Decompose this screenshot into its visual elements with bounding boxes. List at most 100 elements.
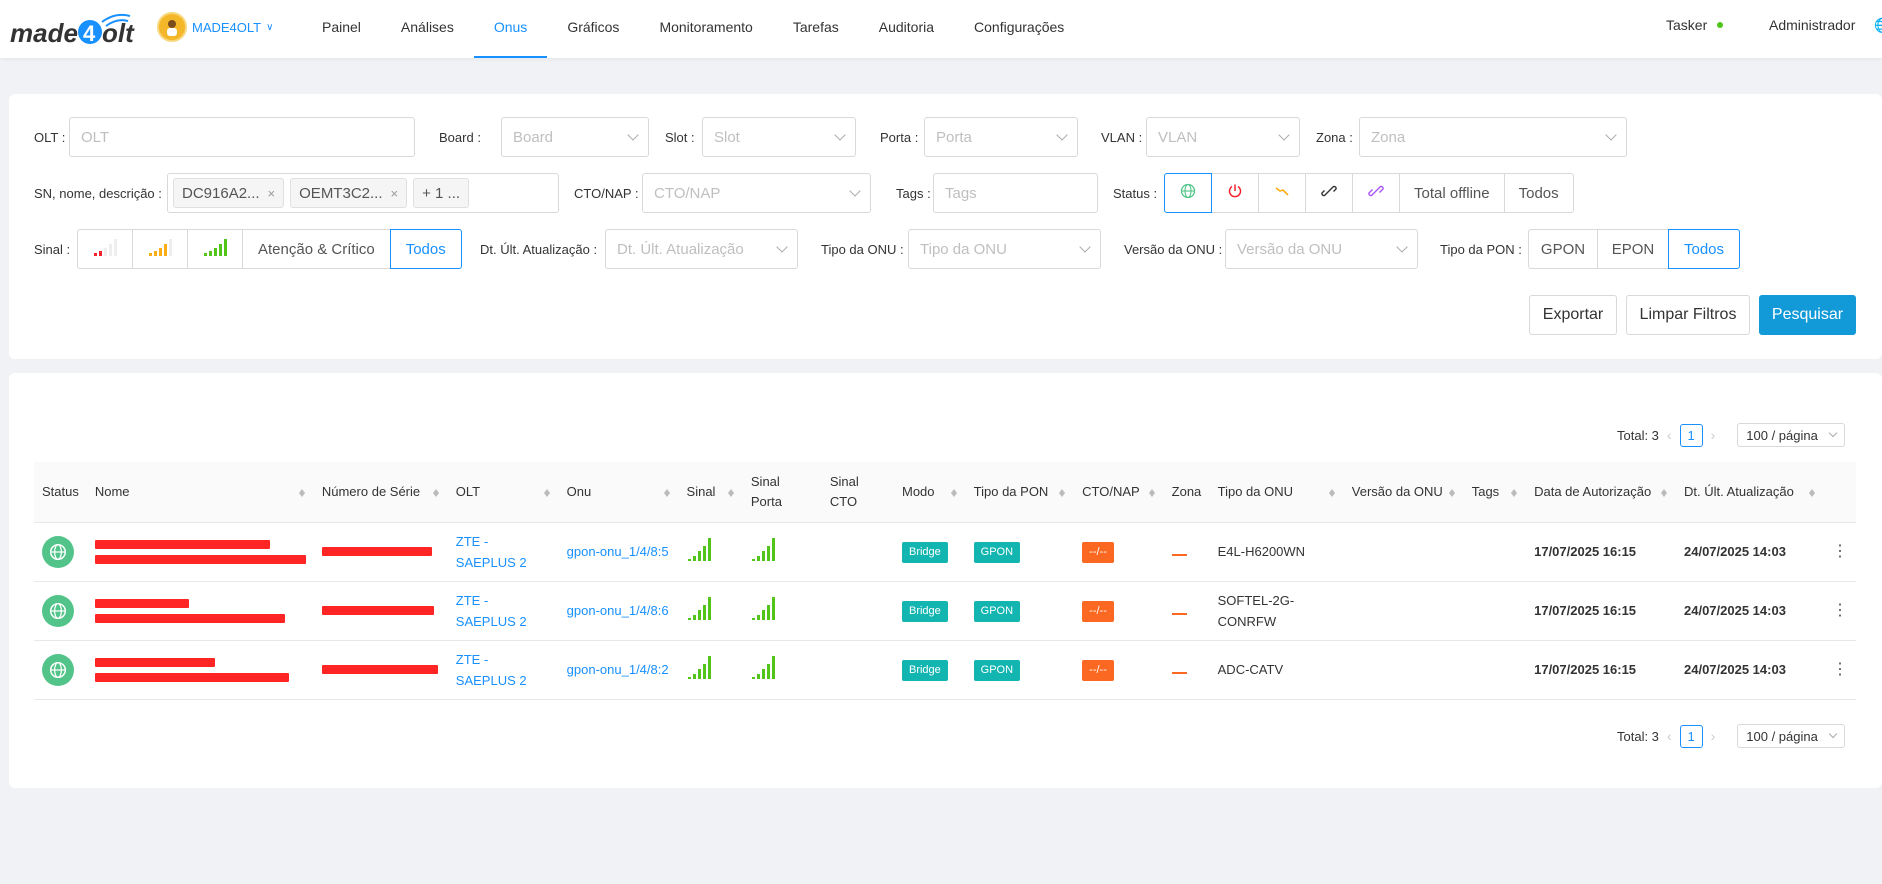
col-tipo-pon[interactable]: Tipo da PON: [965, 462, 1075, 523]
menu-auditoria[interactable]: Auditoria: [859, 0, 954, 58]
menu-tarefas[interactable]: Tarefas: [773, 0, 859, 58]
sort-icon[interactable]: [1661, 486, 1668, 498]
page-button[interactable]: 1: [1679, 724, 1703, 748]
sn-tag[interactable]: OEMT3C2... ×: [290, 178, 408, 208]
col-numero-serie[interactable]: Número de Série: [313, 462, 448, 523]
more-vertical-icon[interactable]: ⋮: [1823, 581, 1856, 641]
menu-analises[interactable]: Análises: [381, 0, 474, 58]
table-row[interactable]: ZTE - SAEPLUS 2 gpon-onu_1/4/8:2 Bridge …: [34, 640, 1856, 700]
page-button[interactable]: 1: [1679, 423, 1703, 447]
sort-icon[interactable]: [1808, 486, 1816, 498]
tasker-status[interactable]: Tasker: [1666, 17, 1724, 33]
col-tipo-onu[interactable]: Tipo da ONU: [1209, 462, 1344, 523]
chevron-left-icon[interactable]: ‹: [1667, 427, 1672, 443]
close-icon[interactable]: ×: [391, 186, 399, 201]
col-sinal[interactable]: Sinal: [678, 462, 743, 523]
status-unlinked-button[interactable]: [1305, 173, 1353, 213]
status-total-offline-button[interactable]: Total offline: [1399, 173, 1505, 213]
sort-icon[interactable]: [1148, 486, 1156, 498]
col-data-autorizacao[interactable]: Data de Autorização: [1526, 462, 1676, 523]
porta-select[interactable]: Porta: [924, 117, 1078, 157]
sort-icon[interactable]: [298, 486, 306, 498]
nome-cell[interactable]: [86, 581, 314, 641]
page-size-select[interactable]: 100 / página: [1737, 423, 1846, 447]
sn-tag[interactable]: DC916A2... ×: [173, 178, 285, 208]
nome-cell[interactable]: [86, 640, 314, 700]
sinal-bom-button[interactable]: [187, 229, 243, 269]
sort-icon[interactable]: [543, 486, 551, 498]
onu-link[interactable]: gpon-onu_1/4/8:6: [567, 603, 669, 618]
sort-icon[interactable]: [1328, 486, 1336, 498]
pesquisar-button[interactable]: Pesquisar: [1759, 295, 1856, 335]
status-power-off-button[interactable]: [1211, 173, 1259, 213]
sort-icon[interactable]: [1448, 486, 1456, 498]
cto-badge[interactable]: --/--: [1082, 601, 1114, 622]
col-olt[interactable]: OLT: [447, 462, 559, 523]
sinal-atencao-button[interactable]: [132, 229, 188, 269]
status-linked-button[interactable]: [1352, 173, 1400, 213]
dt-ult-select[interactable]: Dt. Últ. Atualização: [605, 229, 798, 269]
board-select[interactable]: Board: [501, 117, 649, 157]
onu-link[interactable]: gpon-onu_1/4/8:2: [567, 662, 669, 677]
page-size-select[interactable]: 100 / página: [1737, 724, 1846, 748]
col-tags[interactable]: Tags: [1463, 462, 1527, 523]
olt-link[interactable]: ZTE - SAEPLUS 2: [456, 593, 527, 629]
sort-icon[interactable]: [663, 486, 671, 498]
col-dt-ult-atualizacao[interactable]: Dt. Últ. Atualização: [1676, 462, 1824, 523]
company-switcher[interactable]: MADE4OLT ∨: [157, 12, 273, 42]
sinal-atencao-critico-button[interactable]: Atenção & Crítico: [242, 229, 391, 269]
col-nome[interactable]: Nome: [86, 462, 314, 523]
table-row[interactable]: ZTE - SAEPLUS 2 gpon-onu_1/4/8:6 Bridge …: [34, 581, 1856, 641]
versao-onu-select[interactable]: Versão da ONU: [1225, 229, 1418, 269]
user-menu[interactable]: Administrador: [1769, 17, 1855, 33]
olt-link[interactable]: ZTE - SAEPLUS 2: [456, 534, 527, 570]
status-todos-button[interactable]: Todos: [1503, 173, 1574, 213]
table-row[interactable]: ZTE - SAEPLUS 2 gpon-onu_1/4/8:5 Bridge …: [34, 522, 1856, 582]
zona-select[interactable]: Zona: [1359, 117, 1627, 157]
cto-badge[interactable]: --/--: [1082, 660, 1114, 681]
sinal-todos-button[interactable]: Todos: [389, 229, 462, 269]
pon-gpon-button[interactable]: GPON: [1528, 229, 1598, 269]
col-onu[interactable]: Onu: [558, 462, 679, 523]
exportar-button[interactable]: Exportar: [1529, 295, 1617, 335]
chevron-right-icon[interactable]: ›: [1711, 427, 1716, 443]
nome-cell[interactable]: [86, 522, 314, 582]
language-globe-icon[interactable]: 🌐: [1874, 17, 1882, 34]
status-los-button[interactable]: [1258, 173, 1306, 213]
menu-monitoramento[interactable]: Monitoramento: [639, 0, 772, 58]
sort-icon[interactable]: [1059, 486, 1066, 498]
more-vertical-icon[interactable]: ⋮: [1823, 640, 1856, 700]
limpar-filtros-button[interactable]: Limpar Filtros: [1626, 295, 1750, 335]
sn-tag-more[interactable]: + 1 ...: [413, 178, 470, 208]
sinal-critico-button[interactable]: [77, 229, 133, 269]
slot-select[interactable]: Slot: [702, 117, 856, 157]
col-modo[interactable]: Modo: [893, 462, 966, 523]
sort-icon[interactable]: [727, 486, 735, 498]
chevron-left-icon[interactable]: ‹: [1667, 728, 1672, 744]
close-icon[interactable]: ×: [268, 186, 276, 201]
tipo-onu-select[interactable]: Tipo da ONU: [908, 229, 1101, 269]
sort-icon[interactable]: [1511, 486, 1518, 498]
sn-multiselect[interactable]: DC916A2... × OEMT3C2... × + 1 ...: [167, 173, 559, 213]
status-online-button[interactable]: [1164, 173, 1212, 213]
pon-epon-button[interactable]: EPON: [1597, 229, 1669, 269]
cto-select[interactable]: CTO/NAP: [642, 173, 871, 213]
menu-painel[interactable]: Painel: [302, 0, 381, 58]
cto-badge[interactable]: --/--: [1082, 542, 1114, 563]
vlan-select[interactable]: VLAN: [1146, 117, 1300, 157]
made4olt-logo[interactable]: made 4 olt: [10, 10, 140, 50]
olt-link[interactable]: ZTE - SAEPLUS 2: [456, 652, 527, 688]
chevron-right-icon[interactable]: ›: [1711, 728, 1716, 744]
col-versao-onu[interactable]: Versão da ONU: [1343, 462, 1464, 523]
menu-graficos[interactable]: Gráficos: [547, 0, 639, 58]
more-vertical-icon[interactable]: ⋮: [1823, 522, 1856, 582]
olt-input[interactable]: OLT: [69, 117, 415, 157]
tags-input[interactable]: Tags: [933, 173, 1098, 213]
col-cto-nap[interactable]: CTO/NAP: [1074, 462, 1164, 523]
sort-icon[interactable]: [950, 486, 958, 498]
sort-icon[interactable]: [432, 486, 440, 498]
menu-configuracoes[interactable]: Configurações: [954, 0, 1084, 58]
pon-todos-button[interactable]: Todos: [1668, 229, 1740, 269]
onu-link[interactable]: gpon-onu_1/4/8:5: [567, 544, 669, 559]
menu-onus[interactable]: Onus: [473, 0, 548, 58]
